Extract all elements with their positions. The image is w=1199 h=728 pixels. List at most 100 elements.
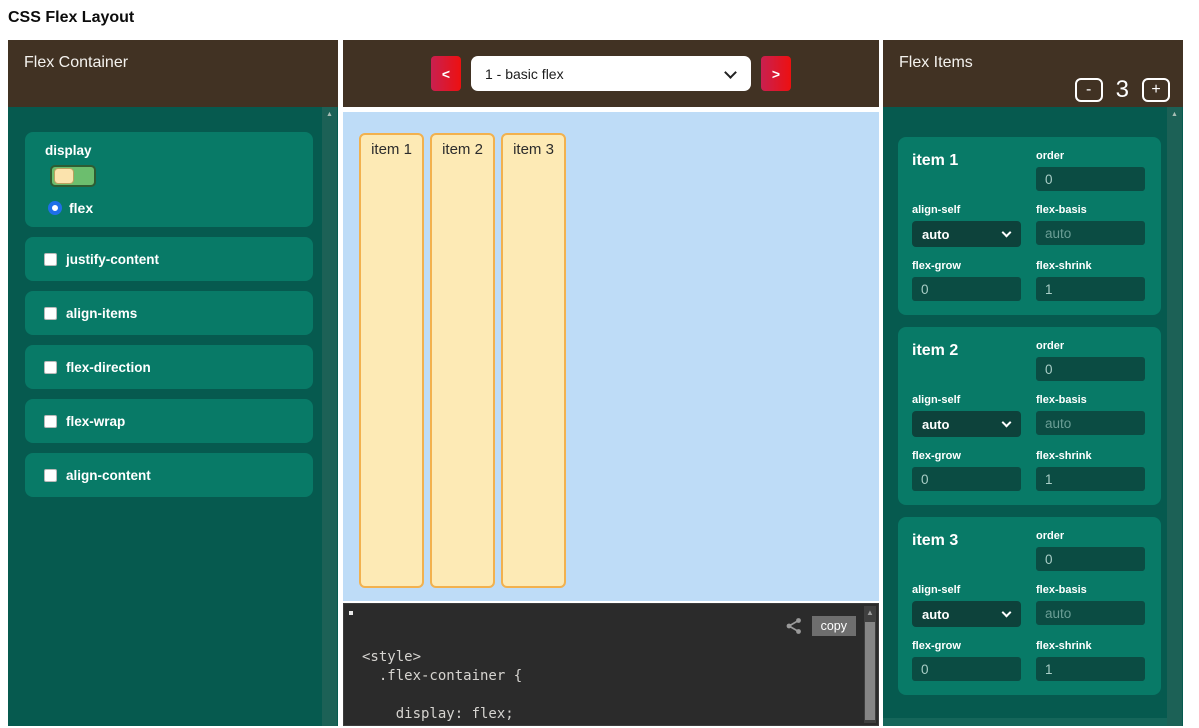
item-1-order-field: order <box>1036 150 1145 191</box>
preview-flex-item-2: item 2 <box>430 133 495 588</box>
align-self-value: auto <box>922 607 949 622</box>
flex-items-panel: Flex Items - 3 + item 1 order align-self… <box>883 40 1183 726</box>
code-cursor-dot <box>349 611 353 615</box>
align-self-label: align-self <box>912 584 1021 596</box>
item-1-align-self-select[interactable]: auto <box>912 221 1021 247</box>
display-card: display flex <box>25 132 313 227</box>
page-title: CSS Flex Layout <box>8 9 134 27</box>
chevron-down-icon <box>724 66 737 79</box>
example-selector-bar: < 1 - basic flex > <box>343 40 879 107</box>
item-3-title: item 3 <box>912 530 1021 571</box>
share-icon[interactable] <box>784 616 804 636</box>
item-3-align-self-field: align-self auto <box>912 584 1021 627</box>
code-scrollbar[interactable]: ▲ <box>864 606 876 723</box>
item-2-order-field: order <box>1036 340 1145 381</box>
flex-items-header: Flex Items - 3 + <box>883 40 1183 107</box>
flex-wrap-checkbox[interactable] <box>44 415 57 428</box>
item-1-flex-shrink-field: flex-shrink <box>1036 260 1145 301</box>
flex-radio[interactable] <box>48 201 62 215</box>
item-3-order-field: order <box>1036 530 1145 571</box>
item-2-flex-basis-field: flex-basis <box>1036 394 1145 437</box>
example-select[interactable]: 1 - basic flex <box>471 56 751 91</box>
item-1-flex-shrink-input[interactable] <box>1036 277 1145 301</box>
scroll-up-icon[interactable]: ▲ <box>1167 107 1182 123</box>
align-self-value: auto <box>922 417 949 432</box>
flex-preview-stage: item 1 item 2 item 3 <box>343 112 879 601</box>
item-2-flex-shrink-input[interactable] <box>1036 467 1145 491</box>
right-panel-scrollbar[interactable]: ▲ <box>1167 107 1182 726</box>
flex-grow-label: flex-grow <box>912 260 1021 272</box>
item-2-flex-grow-input[interactable] <box>912 467 1021 491</box>
item-3-flex-grow-field: flex-grow <box>912 640 1021 681</box>
item-1-order-input[interactable] <box>1036 167 1145 191</box>
flex-grow-label: flex-grow <box>912 640 1021 652</box>
item-2-flex-basis-input[interactable] <box>1036 411 1145 435</box>
property-card-justify-content[interactable]: justify-content <box>25 237 313 281</box>
item-3-flex-grow-input[interactable] <box>912 657 1021 681</box>
item-2-align-self-field: align-self auto <box>912 394 1021 437</box>
item-3-order-input[interactable] <box>1036 547 1145 571</box>
item-2-order-input[interactable] <box>1036 357 1145 381</box>
property-card-flex-wrap[interactable]: flex-wrap <box>25 399 313 443</box>
item-1-flex-basis-field: flex-basis <box>1036 204 1145 247</box>
next-example-button[interactable]: > <box>761 56 791 91</box>
flex-basis-label: flex-basis <box>1036 584 1145 596</box>
align-items-label: align-items <box>66 306 137 321</box>
item-3-align-self-select[interactable]: auto <box>912 601 1021 627</box>
scroll-up-icon[interactable]: ▲ <box>322 107 337 123</box>
left-panel-scrollbar[interactable]: ▲ <box>322 107 337 726</box>
item-1-flex-grow-input[interactable] <box>912 277 1021 301</box>
scrollbar-thumb[interactable] <box>865 622 875 720</box>
align-self-label: align-self <box>912 204 1021 216</box>
justify-content-checkbox[interactable] <box>44 253 57 266</box>
example-panel: < 1 - basic flex > item 1 item 2 item 3 … <box>343 40 879 726</box>
flex-container-title: Flex Container <box>24 54 128 71</box>
item-2-flex-shrink-field: flex-shrink <box>1036 450 1145 491</box>
code-panel: <style> .flex-container { display: flex;… <box>343 603 879 726</box>
toggle-knob <box>54 168 74 184</box>
item-2-card: item 2 order align-self auto flex-basis … <box>898 327 1161 505</box>
preview-flex-item-3: item 3 <box>501 133 566 588</box>
scroll-up-icon[interactable]: ▲ <box>864 606 876 620</box>
item-count: 3 <box>1116 76 1129 104</box>
display-toggle[interactable] <box>50 165 96 187</box>
copy-button[interactable]: copy <box>812 616 856 636</box>
item-3-flex-basis-field: flex-basis <box>1036 584 1145 627</box>
order-label: order <box>1036 530 1145 542</box>
item-1-card: item 1 order align-self auto flex-basis … <box>898 137 1161 315</box>
item-2-flex-grow-field: flex-grow <box>912 450 1021 491</box>
align-items-checkbox[interactable] <box>44 307 57 320</box>
display-flex-radio-row[interactable]: flex <box>48 200 301 216</box>
item-2-align-self-select[interactable]: auto <box>912 411 1021 437</box>
order-label: order <box>1036 150 1145 162</box>
add-item-button[interactable]: + <box>1142 78 1170 102</box>
align-self-label: align-self <box>912 394 1021 406</box>
property-card-align-content[interactable]: align-content <box>25 453 313 497</box>
code-toolbar: copy <box>784 616 856 636</box>
prev-example-button[interactable]: < <box>431 56 461 91</box>
flex-items-body: item 1 order align-self auto flex-basis … <box>883 107 1183 726</box>
item-3-flex-basis-input[interactable] <box>1036 601 1145 625</box>
flex-grow-label: flex-grow <box>912 450 1021 462</box>
item-1-flex-basis-input[interactable] <box>1036 221 1145 245</box>
display-label: display <box>45 143 301 158</box>
align-self-value: auto <box>922 227 949 242</box>
item-count-controls: - 3 + <box>1075 76 1170 104</box>
chevron-down-icon <box>1002 418 1012 428</box>
flex-shrink-label: flex-shrink <box>1036 260 1145 272</box>
align-content-checkbox[interactable] <box>44 469 57 482</box>
item-3-card: item 3 order align-self auto flex-basis … <box>898 517 1161 695</box>
align-content-label: align-content <box>66 468 151 483</box>
item-2-title: item 2 <box>912 340 1021 381</box>
flex-items-title: Flex Items <box>899 54 973 71</box>
preview-flex-item-1: item 1 <box>359 133 424 588</box>
flex-direction-checkbox[interactable] <box>44 361 57 374</box>
flex-wrap-label: flex-wrap <box>66 414 125 429</box>
property-card-flex-direction[interactable]: flex-direction <box>25 345 313 389</box>
item-3-flex-shrink-input[interactable] <box>1036 657 1145 681</box>
flex-shrink-label: flex-shrink <box>1036 450 1145 462</box>
flex-shrink-label: flex-shrink <box>1036 640 1145 652</box>
remove-item-button[interactable]: - <box>1075 78 1103 102</box>
property-card-align-items[interactable]: align-items <box>25 291 313 335</box>
flex-basis-label: flex-basis <box>1036 394 1145 406</box>
